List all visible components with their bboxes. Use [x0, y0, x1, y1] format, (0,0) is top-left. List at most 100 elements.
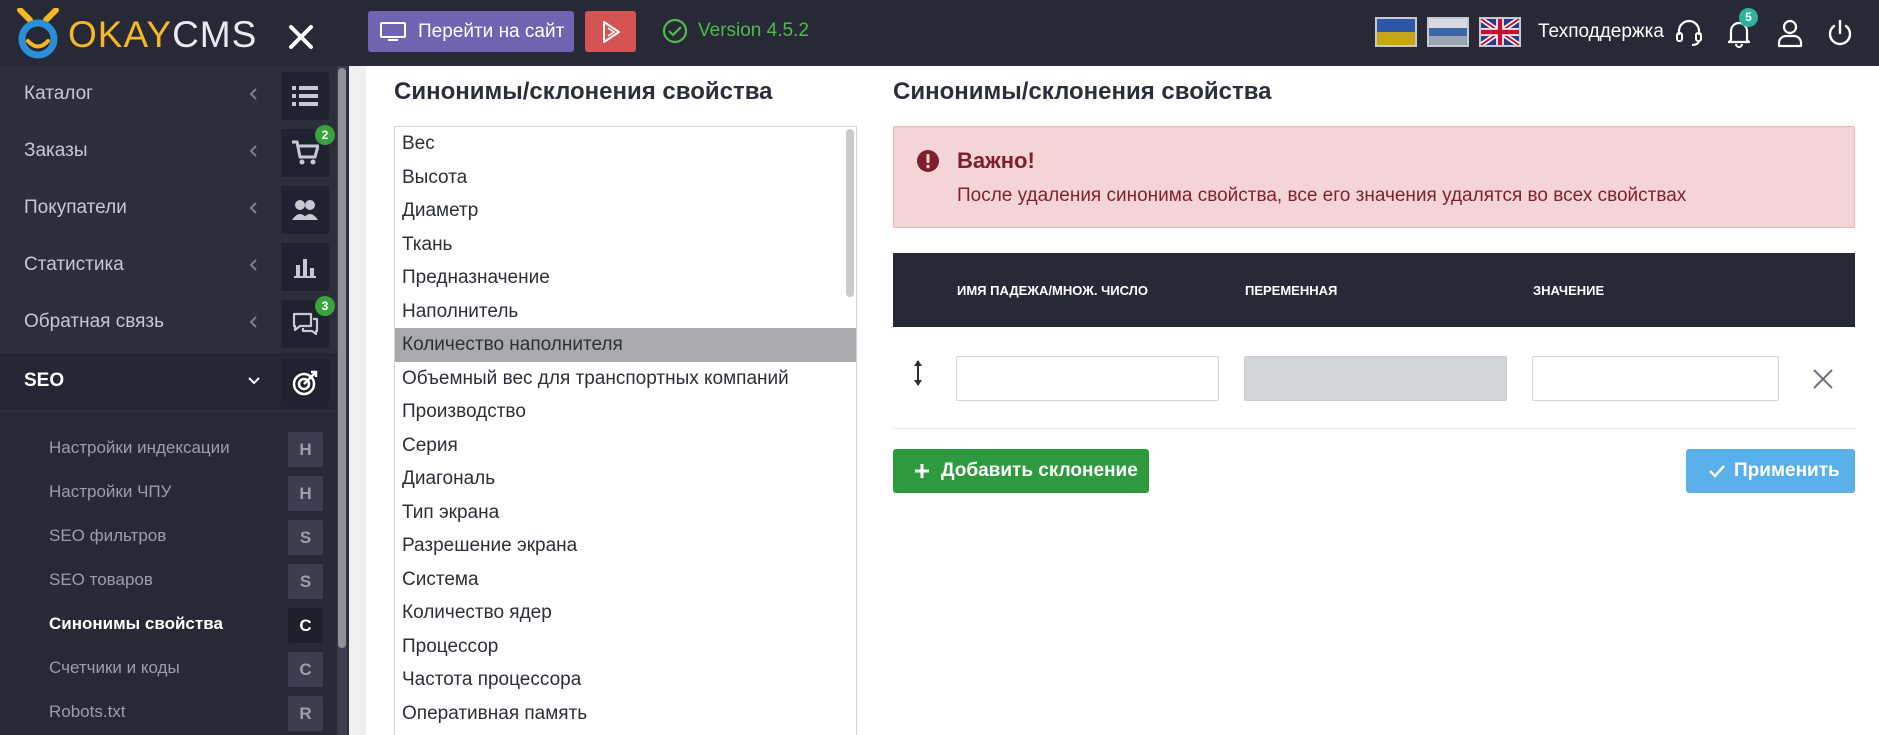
list-item-selected[interactable]: Количество наполнителя [395, 328, 856, 362]
target-icon [281, 359, 329, 407]
chevron-left-icon [249, 202, 257, 214]
chevron-down-icon [248, 377, 260, 385]
chevron-left-icon [249, 316, 257, 328]
exclamation-circle-icon [917, 150, 939, 172]
submenu-item-feature-synonyms[interactable]: Синонимы свойства С [0, 602, 337, 646]
logo-cms: CMS [172, 14, 258, 55]
sidebar-item-label: Каталог [24, 83, 94, 104]
add-declension-button[interactable]: Добавить склонение [893, 449, 1149, 493]
submenu-item-label: Настройки индексации [49, 438, 230, 457]
list-item[interactable]: Серия [395, 429, 856, 463]
bell-icon[interactable]: 5 [1722, 8, 1758, 50]
list-item[interactable]: Наполнитель [395, 295, 856, 329]
apply-label: Применить [1734, 460, 1840, 481]
logo-text: OKAYCMS [68, 14, 257, 56]
version-indicator: Version 4.5.2 [662, 18, 809, 44]
alert-text: После удаления синонима свойства, все ег… [957, 185, 1687, 206]
sidebar-item-label: SEO [24, 370, 65, 391]
submenu-item-indexing[interactable]: Настройки индексации Н [0, 426, 337, 470]
sidebar-item-label: Статистика [24, 254, 124, 275]
list-item[interactable]: Предназначение [395, 261, 856, 295]
list-item[interactable]: Разрешение экрана [395, 529, 856, 563]
list-item[interactable]: Высота [395, 161, 856, 195]
sidebar-item-label: Покупатели [24, 197, 127, 218]
table-row [893, 327, 1855, 429]
submenu-item-counters[interactable]: Счетчики и коды С [0, 646, 337, 690]
list-item[interactable]: Ткань [395, 228, 856, 262]
feature-list[interactable]: Вес Высота Диаметр Ткань Предназначение … [394, 126, 857, 735]
sidebar-item-statistics[interactable]: Статистика [0, 237, 337, 294]
submenu-item-seo-filters[interactable]: SEO фильтров S [0, 514, 337, 558]
alert-title: Важно! [957, 148, 1035, 173]
submenu-item-label: Синонимы свойства [49, 614, 223, 633]
apply-button[interactable]: Применить [1686, 449, 1855, 493]
delete-row-icon[interactable] [1811, 367, 1835, 391]
sidebar-scrollbar[interactable] [337, 66, 347, 735]
submenu-letter-badge: Н [288, 432, 323, 467]
list-item[interactable]: Система [395, 563, 856, 597]
cart-icon: 2 [281, 125, 335, 177]
submenu-item-label: SEO товаров [49, 570, 153, 589]
power-icon[interactable] [1823, 16, 1857, 50]
add-declension-label: Добавить склонение [941, 460, 1138, 481]
close-sidebar-icon[interactable] [286, 22, 316, 52]
goto-site-label: Перейти на сайт [418, 20, 565, 42]
monitor-icon [380, 21, 406, 41]
list-item[interactable]: Вес [395, 127, 856, 161]
flag-en-icon[interactable] [1479, 17, 1521, 47]
case-name-input[interactable] [956, 356, 1219, 401]
flag-ua-icon[interactable] [1375, 17, 1417, 47]
check-circle-icon [662, 18, 688, 44]
seo-submenu: Настройки индексации Н Настройки ЧПУ Н S… [0, 412, 337, 735]
chevron-left-icon [249, 88, 257, 100]
orders-count-badge: 2 [315, 125, 335, 145]
list-item[interactable]: Оперативная память [395, 697, 856, 731]
variable-input [1244, 356, 1507, 401]
submenu-item-label: Robots.txt [49, 702, 126, 721]
list-item[interactable]: Процессор [395, 630, 856, 664]
submenu-item-label: Настройки ЧПУ [49, 482, 172, 501]
flag-ru-icon[interactable] [1427, 17, 1469, 47]
sidebar-item-orders[interactable]: Заказы 2 [0, 123, 337, 180]
submenu-item-url-settings[interactable]: Настройки ЧПУ Н [0, 470, 337, 514]
logo-bar: OKAYCMS [0, 0, 349, 66]
left-panel-title: Синонимы/склонения свойства [394, 78, 773, 105]
list-item[interactable]: Диагональ [395, 462, 856, 496]
submenu-letter-badge: Н [288, 476, 323, 511]
sidebar-item-customers[interactable]: Покупатели [0, 180, 337, 237]
chevron-left-icon [249, 259, 257, 271]
list-item[interactable]: Тип экрана [395, 496, 856, 530]
submenu-item-label: Счетчики и коды [49, 658, 180, 677]
submenu-letter-badge: С [288, 608, 323, 643]
sidebar-item-seo[interactable]: SEO [0, 353, 337, 410]
support-label[interactable]: Техподдержка [1538, 21, 1664, 43]
goto-site-button[interactable]: Перейти на сайт [368, 11, 574, 52]
list-item[interactable]: Диаметр [395, 194, 856, 228]
drag-handle-icon[interactable] [908, 357, 928, 389]
check-icon [1709, 465, 1725, 478]
bar-chart-icon [281, 243, 329, 291]
sidebar: OKAYCMS Каталог Заказы 2 Покупатели Стат… [0, 0, 349, 735]
user-icon[interactable] [1773, 16, 1807, 50]
sidebar-item-label: Заказы [24, 140, 88, 161]
list-icon [281, 72, 329, 120]
okaycms-logo-icon [17, 8, 59, 59]
sidebar-scrollbar-thumb[interactable] [338, 68, 346, 648]
list-item[interactable]: Производство [395, 395, 856, 429]
list-scrollbar-thumb[interactable] [846, 129, 854, 297]
submenu-item-robots[interactable]: Robots.txt R [0, 690, 337, 734]
chevron-left-icon [249, 145, 257, 157]
col-value-header: ЗНАЧЕНИЕ [1533, 283, 1605, 298]
headset-icon[interactable] [1672, 16, 1706, 50]
sidebar-item-label: Обратная связь [24, 311, 164, 332]
sidebar-item-feedback[interactable]: Обратная связь 3 [0, 294, 337, 351]
list-item[interactable]: Частота процессора [395, 663, 856, 697]
preview-button[interactable] [585, 11, 636, 52]
submenu-item-seo-products[interactable]: SEO товаров S [0, 558, 337, 602]
submenu-letter-badge: S [288, 520, 323, 555]
sidebar-item-catalog[interactable]: Каталог [0, 66, 337, 123]
warning-alert: Важно! После удаления синонима свойства,… [893, 126, 1855, 228]
list-item[interactable]: Количество ядер [395, 596, 856, 630]
list-item[interactable]: Объемный вес для транспортных компаний [395, 362, 856, 396]
value-input[interactable] [1532, 356, 1779, 401]
